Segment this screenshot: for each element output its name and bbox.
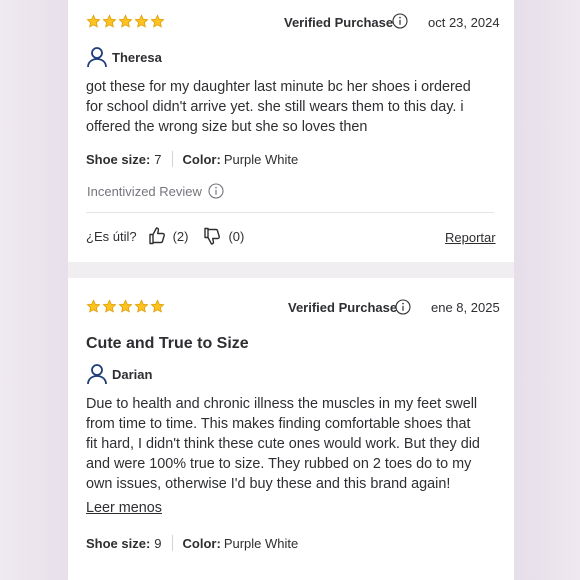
star-rating [86, 14, 165, 29]
thumbs-up-count: (2) [172, 228, 189, 244]
incentivized-review: Incentivized Review [87, 183, 224, 199]
review-title: Cute and True to Size [86, 335, 249, 352]
reviewer: Darian [86, 363, 152, 385]
review-text-line: Due to health and chronic illness the mu… [86, 396, 478, 412]
star-icon [118, 299, 133, 313]
thumbs-down-count: (0) [228, 228, 245, 244]
product-attributes: Shoe size: 9 Color: Purple White [86, 535, 298, 551]
attribute-divider [171, 151, 173, 167]
card-separator [68, 262, 514, 278]
user-icon [87, 47, 107, 68]
star-icon [150, 14, 165, 28]
shoe-size-value: 7 [154, 151, 162, 167]
page: Verified Purchase oct 23, 2024 Theresa g… [0, 0, 580, 580]
color-value: Purple White [223, 535, 299, 551]
shoe-size-label: Shoe size: [86, 535, 151, 551]
star-icon [118, 14, 133, 28]
info-icon[interactable] [208, 183, 224, 199]
background-left [0, 0, 68, 580]
helpful-row: ¿Es útil? (2) (0) [86, 226, 244, 246]
star-icon [150, 299, 165, 313]
background-right [514, 0, 580, 580]
review-date: oct 23, 2024 [428, 15, 500, 30]
review-text-line: from time to time. This makes finding co… [86, 416, 471, 432]
color-label: Color: [182, 535, 221, 551]
verified-purchase-badge: Verified Purchase [288, 300, 398, 315]
attribute-divider [171, 535, 173, 551]
review-text-line: offered the wrong size but she so loves … [86, 119, 368, 135]
star-icon [134, 299, 149, 313]
review-date: ene 8, 2025 [431, 300, 500, 315]
review-text: got these for my daughter last minute bc… [86, 77, 506, 137]
star-icon [102, 14, 117, 28]
helpful-label: ¿Es útil? [86, 228, 137, 244]
verified-purchase-badge: Verified Purchase [284, 15, 394, 30]
review-text-line: for school didn't arrive yet. she still … [86, 99, 464, 115]
review-text-line: own issues, otherwise I'd buy these and … [86, 476, 451, 492]
info-icon[interactable] [395, 299, 411, 315]
review-card: Verified Purchase ene 8, 2025 Cute and T… [68, 278, 514, 580]
shoe-size-label: Shoe size: [86, 151, 151, 167]
reviewer: Theresa [86, 46, 162, 68]
star-icon [86, 14, 101, 28]
review-text: Due to health and chronic illness the mu… [86, 394, 508, 494]
shoe-size-value: 9 [154, 535, 162, 551]
product-attributes: Shoe size: 7 Color: Purple White [86, 151, 298, 167]
star-icon [134, 14, 149, 28]
review-card: Verified Purchase oct 23, 2024 Theresa g… [68, 0, 514, 262]
review-text-line: and were 100% true to size. They rubbed … [86, 456, 472, 472]
report-link[interactable]: Reportar [445, 230, 496, 245]
thumbs-down-icon[interactable] [202, 226, 222, 246]
info-icon[interactable] [392, 13, 408, 29]
incentivized-label: Incentivized Review [87, 183, 202, 199]
star-icon [102, 299, 117, 313]
color-value: Purple White [223, 151, 299, 167]
star-rating [86, 299, 165, 314]
thumbs-up-icon[interactable] [147, 226, 167, 246]
review-text-line: got these for my daughter last minute bc… [86, 79, 471, 95]
reviewer-name: Darian [112, 366, 153, 382]
star-icon [86, 299, 101, 313]
reviewer-name: Theresa [112, 49, 162, 65]
read-less-link[interactable]: Leer menos [86, 500, 162, 516]
divider [86, 212, 494, 213]
review-text-line: fit hard, I didn't think these cute ones… [86, 436, 480, 452]
color-label: Color: [182, 151, 221, 167]
user-icon [87, 364, 107, 385]
